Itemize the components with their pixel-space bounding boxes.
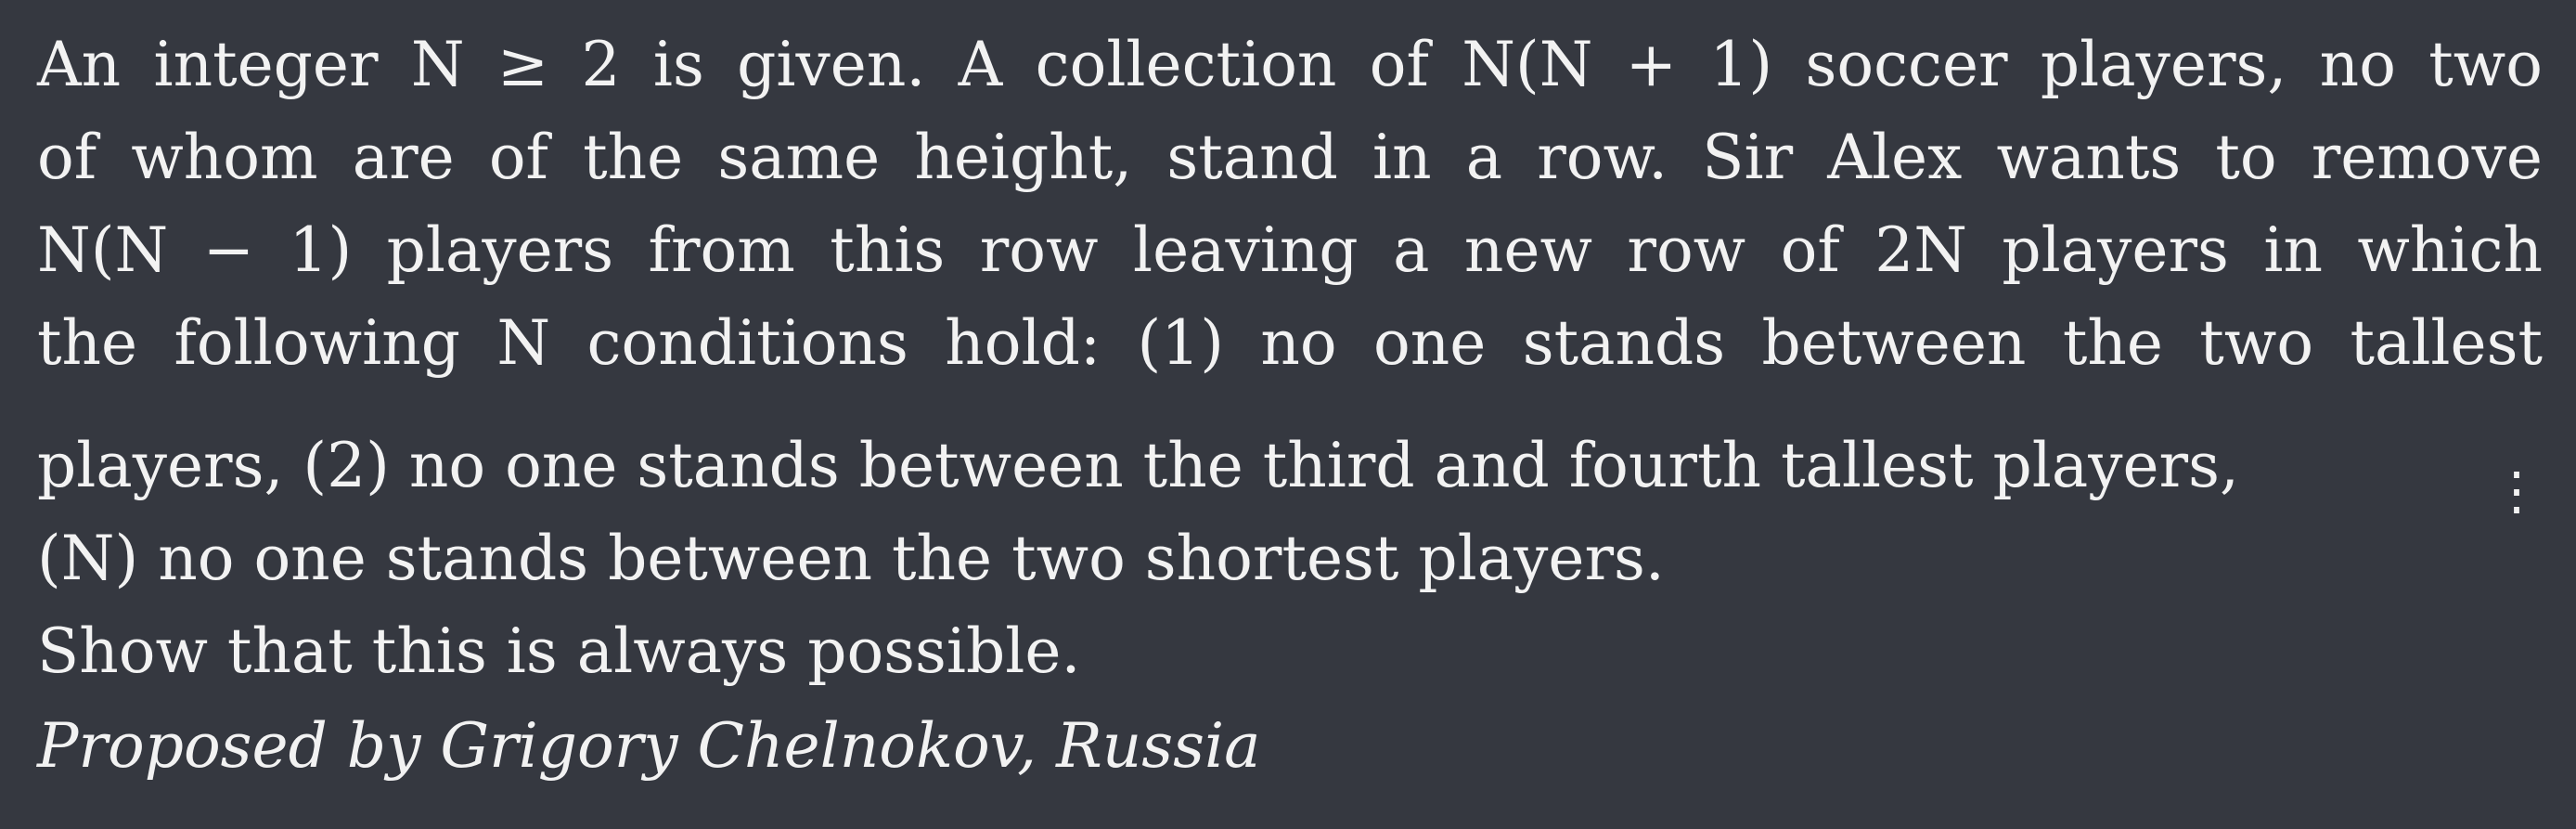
vertical-ellipsis: ⋮	[2491, 461, 2543, 522]
problem-line-7: Show that this is always possible.	[37, 615, 1081, 687]
problem-line-6: (N) no one stands between the two shorte…	[37, 523, 1665, 594]
problem-attribution: Proposed by Grigory Chelnokov, Russia	[37, 710, 1261, 782]
problem-line-2: of whom are of the same height, stand in…	[37, 122, 2543, 193]
problem-line-5-wrapper: players, (2) no one stands between the t…	[37, 429, 2543, 518]
problem-line-5: players, (2) no one stands between the t…	[37, 430, 2239, 501]
problem-line-3: N(N − 1) players from this row leaving a…	[37, 214, 2543, 286]
problem-line-4: the following N conditions hold: (1) no …	[37, 307, 2543, 379]
problem-line-1: An integer N ≥ 2 is given. A collection …	[37, 29, 2543, 100]
